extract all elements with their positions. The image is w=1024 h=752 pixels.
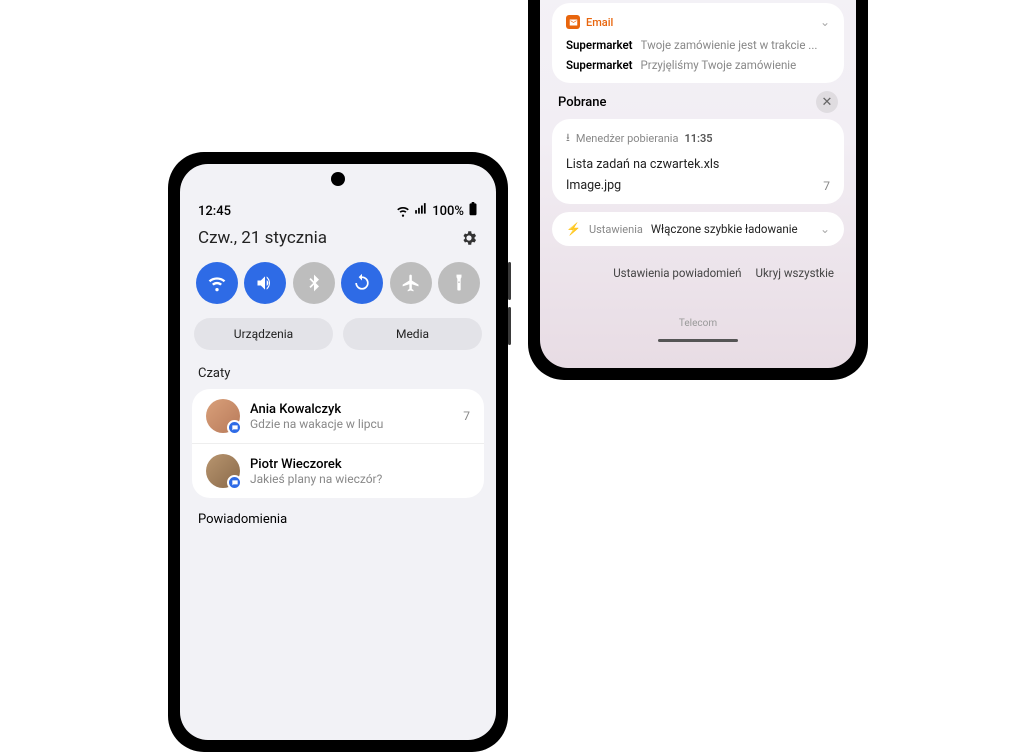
download-file: Image.jpg xyxy=(566,175,621,196)
download-file: Lista zadań na czwartek.xls xyxy=(566,154,830,175)
messages-badge-icon xyxy=(227,420,242,435)
phone-left: 12:45 100% Czw., 21 stycznia xyxy=(168,152,508,752)
email-label: Email xyxy=(586,16,613,29)
email-subject: Twoje zamówienie jest w trakcie ... xyxy=(641,38,818,52)
volume-down-button[interactable] xyxy=(508,307,511,345)
email-sender: Supermarket xyxy=(566,38,633,52)
email-subject: Przyjęliśmy Twoje zamówienie xyxy=(641,58,797,72)
date-text: Czw., 21 stycznia xyxy=(198,228,327,248)
volume-up-button[interactable] xyxy=(508,262,511,300)
chat-name: Piotr Wieczorek xyxy=(250,457,470,472)
messages-badge-icon xyxy=(227,475,242,490)
downloads-header: Pobrane xyxy=(558,95,606,110)
chat-name: Ania Kowalczyk xyxy=(250,402,453,417)
email-icon xyxy=(566,15,580,29)
screen-right: Powiadomienia Email ⌄ Supermarket Twoje … xyxy=(540,0,856,368)
chat-count: 7 xyxy=(463,409,470,423)
chats-header: Czaty xyxy=(180,360,496,389)
chats-card: Ania Kowalczyk Gdzie na wakacje w lipcu … xyxy=(192,389,484,498)
chat-message: Jakieś plany na wieczór? xyxy=(250,472,470,486)
downloads-card[interactable]: ⭳ Menedżer pobierania 11:35 Lista zadań … xyxy=(552,119,844,204)
chevron-down-icon[interactable]: ⌄ xyxy=(820,222,830,236)
charging-text: Włączone szybkie ładowanie xyxy=(651,222,812,236)
email-card[interactable]: Email ⌄ Supermarket Twoje zamówienie jes… xyxy=(552,3,844,83)
devices-button[interactable]: Urządzenia xyxy=(194,318,333,350)
close-icon[interactable]: ✕ xyxy=(816,91,838,113)
notifications-header: Powiadomienia xyxy=(180,506,496,533)
wifi-toggle[interactable] xyxy=(196,262,238,304)
status-bar: 12:45 100% xyxy=(180,202,496,220)
notification-settings-link[interactable]: Ustawienia powiadomień xyxy=(613,266,741,280)
signal-icon xyxy=(414,202,428,220)
bluetooth-toggle[interactable] xyxy=(293,262,335,304)
screen-left: 12:45 100% Czw., 21 stycznia xyxy=(180,164,496,740)
battery-icon xyxy=(468,202,478,220)
bolt-icon: ⚡ xyxy=(566,222,581,236)
phone-right: Powiadomienia Email ⌄ Supermarket Twoje … xyxy=(528,0,868,380)
download-count: 7 xyxy=(823,179,830,193)
battery-text: 100% xyxy=(432,204,464,219)
chat-item[interactable]: Ania Kowalczyk Gdzie na wakacje w lipcu … xyxy=(192,389,484,443)
flashlight-toggle[interactable] xyxy=(438,262,480,304)
hide-all-link[interactable]: Ukryj wszystkie xyxy=(756,266,834,280)
sound-toggle[interactable] xyxy=(244,262,286,304)
settings-label: Ustawienia xyxy=(589,223,643,236)
chat-message: Gdzie na wakacje w lipcu xyxy=(250,417,453,431)
quick-settings xyxy=(180,262,496,318)
download-icon: ⭳ xyxy=(566,129,570,148)
home-indicator[interactable] xyxy=(658,339,738,342)
settings-icon[interactable] xyxy=(460,229,478,247)
airplane-toggle[interactable] xyxy=(390,262,432,304)
camera-notch xyxy=(331,172,345,186)
email-sender: Supermarket xyxy=(566,58,633,72)
rotate-toggle[interactable] xyxy=(341,262,383,304)
carrier-label: Telecom xyxy=(540,300,856,329)
status-time: 12:45 xyxy=(198,204,231,219)
wifi-icon xyxy=(396,204,410,218)
charging-card[interactable]: ⚡ Ustawienia Włączone szybkie ładowanie … xyxy=(552,212,844,246)
media-button[interactable]: Media xyxy=(343,318,482,350)
chevron-down-icon[interactable]: ⌄ xyxy=(820,15,830,29)
chat-item[interactable]: Piotr Wieczorek Jakieś plany na wieczór? xyxy=(192,443,484,498)
download-manager-label: Menedżer pobierania xyxy=(576,132,679,145)
download-time: 11:35 xyxy=(684,132,712,145)
